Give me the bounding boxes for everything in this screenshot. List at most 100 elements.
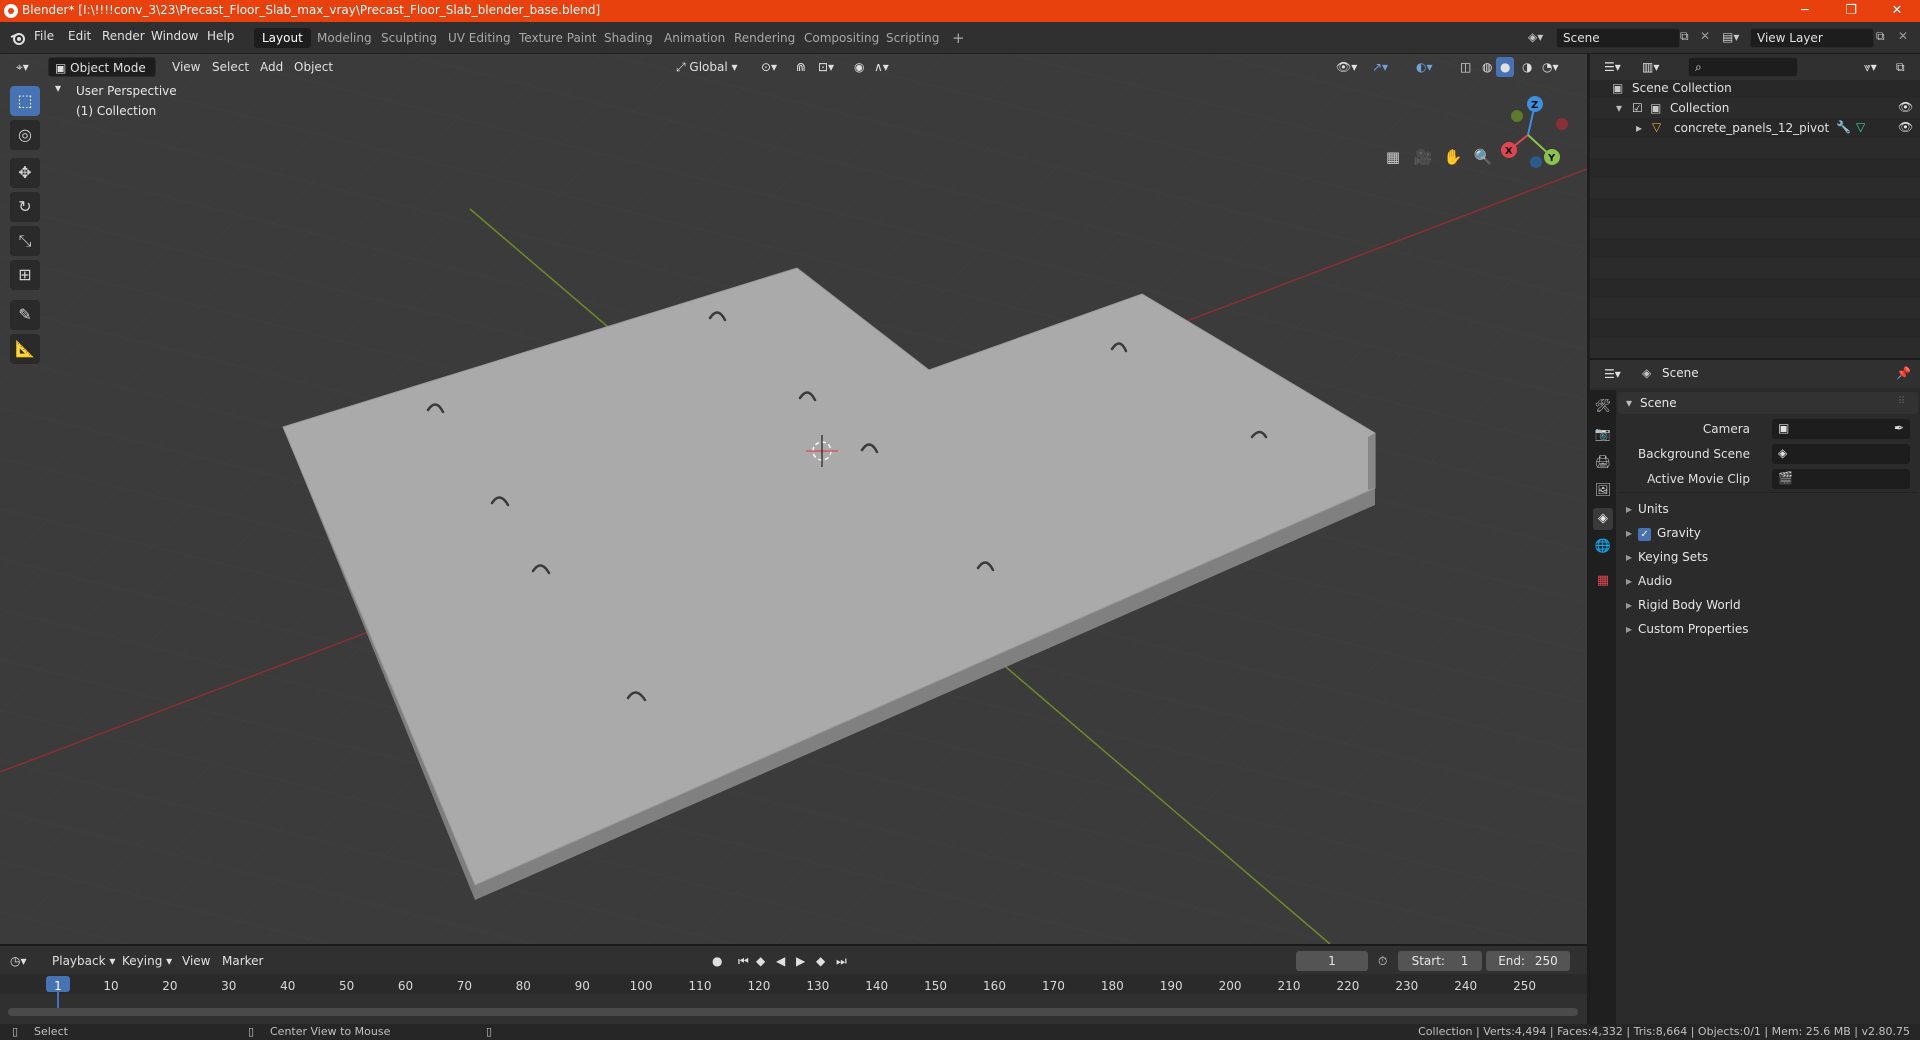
clock-icon[interactable]: ⏱: [1378, 951, 1387, 971]
gizmo-toggle-icon[interactable]: ↗▾: [1366, 57, 1394, 77]
view-layer-browse-icon[interactable]: ▤▾: [1722, 30, 1739, 44]
active-movie-clip-field[interactable]: 🎬: [1772, 469, 1910, 489]
section-keying-sets[interactable]: ▸ Keying Sets: [1626, 550, 1708, 564]
transform-orientation-dropdown[interactable]: ⤢ Global ▾: [670, 57, 744, 77]
rotate-tool-icon[interactable]: ↻: [10, 192, 40, 222]
transform-tool-icon[interactable]: ⊞: [10, 260, 40, 290]
new-scene-icon[interactable]: ⧉: [1680, 29, 1700, 44]
solid-shading-icon[interactable]: ●: [1496, 57, 1515, 77]
toggle-grid-icon[interactable]: ▦: [1380, 144, 1406, 170]
close-button[interactable]: ✕: [1874, 0, 1920, 22]
world-tab-icon[interactable]: 🌐: [1593, 536, 1613, 558]
pivot-point-icon[interactable]: ⊙▾: [755, 57, 783, 77]
eye-icon[interactable]: 👁: [1898, 120, 1913, 134]
end-frame-field[interactable]: End: 250: [1486, 951, 1570, 971]
outliner-row-collection[interactable]: ▾ ☑ ▣ Collection 👁: [1590, 98, 1920, 118]
texture-tab-icon[interactable]: ▦: [1593, 570, 1613, 592]
tab-animation[interactable]: Animation: [656, 28, 733, 48]
menu-object[interactable]: Object: [288, 57, 339, 77]
render-tab-icon[interactable]: 📷: [1593, 424, 1613, 446]
outliner-row-object[interactable]: ▸ ▽ concrete_panels_12_pivot 🔧 ▽ 👁: [1590, 118, 1920, 138]
xray-icon[interactable]: ◫: [1454, 57, 1477, 77]
falloff-icon[interactable]: ∧▾: [868, 57, 895, 77]
jump-start-icon[interactable]: ⏮: [738, 951, 749, 971]
output-tab-icon[interactable]: 🖨: [1593, 452, 1613, 474]
menu-marker[interactable]: Marker: [222, 951, 263, 971]
gravity-checkbox[interactable]: ✓: [1638, 528, 1652, 541]
move-tool-icon[interactable]: ✥: [10, 158, 40, 188]
outliner-editor-type-icon[interactable]: ☰▾: [1598, 57, 1627, 77]
menu-file[interactable]: File: [34, 29, 54, 43]
eyedropper-icon[interactable]: ✒: [1894, 421, 1904, 435]
start-frame-field[interactable]: Start: 1: [1398, 951, 1482, 971]
overlays-icon[interactable]: ◐▾: [1410, 57, 1439, 77]
snap-target-icon[interactable]: ⊡▾: [812, 57, 840, 77]
view-layer-tab-icon[interactable]: 🖼: [1593, 480, 1613, 502]
play-reverse-icon[interactable]: ◀: [776, 951, 785, 971]
blender-menu-icon[interactable]: [10, 30, 26, 46]
tab-uv-editing[interactable]: UV Editing: [440, 28, 519, 48]
eye-icon[interactable]: 👁: [1898, 100, 1913, 114]
tab-rendering[interactable]: Rendering: [726, 28, 803, 48]
section-audio[interactable]: ▸ Audio: [1626, 574, 1672, 588]
remove-view-layer-icon[interactable]: ✕: [1898, 29, 1916, 43]
section-gravity[interactable]: ▸ ✓ Gravity: [1626, 526, 1701, 541]
select-box-tool-icon[interactable]: ⬚: [10, 86, 40, 116]
mesh-data-icon[interactable]: ▽: [1856, 120, 1865, 134]
menu-help[interactable]: Help: [207, 29, 234, 43]
tool-tab-icon[interactable]: 🛠: [1593, 396, 1613, 418]
tab-shading[interactable]: Shading: [596, 28, 661, 48]
view-layer-field[interactable]: View Layer: [1750, 28, 1874, 48]
cursor-tool-icon[interactable]: ◎: [10, 120, 40, 150]
remove-scene-icon[interactable]: ✕: [1700, 29, 1718, 43]
prev-keyframe-icon[interactable]: ◆: [756, 951, 765, 971]
expand-arrow-icon[interactable]: ▾: [1616, 101, 1622, 115]
measure-tool-icon[interactable]: 📐: [10, 334, 40, 364]
menu-keying[interactable]: Keying ▾: [122, 951, 172, 971]
editor-type-icon[interactable]: ⌖▾: [10, 57, 35, 77]
annotate-tool-icon[interactable]: ✎: [10, 300, 40, 330]
axis-gizmo[interactable]: Z X Y: [1490, 90, 1570, 170]
section-rigid-body-world[interactable]: ▸ Rigid Body World: [1626, 598, 1741, 612]
pin-icon[interactable]: 📌: [1896, 366, 1911, 380]
snap-icon[interactable]: ⋒: [790, 57, 812, 77]
timeline-scrollbar[interactable]: [8, 1008, 1578, 1016]
outliner-search[interactable]: ⌕: [1688, 57, 1798, 77]
visibility-icon[interactable]: 👁▾: [1330, 57, 1363, 77]
pan-view-icon[interactable]: ✋: [1440, 144, 1466, 170]
menu-render[interactable]: Render: [102, 29, 145, 43]
menu-playback[interactable]: Playback ▾: [52, 951, 115, 971]
scene-field[interactable]: Scene: [1556, 28, 1680, 48]
viewport-canvas[interactable]: [0, 54, 1587, 944]
tab-sculpting[interactable]: Sculpting: [373, 28, 445, 48]
filter-icon[interactable]: ⩔▾: [1858, 57, 1883, 77]
mode-dropdown[interactable]: ▣ Object Mode ▾: [48, 57, 156, 95]
menu-edit[interactable]: Edit: [68, 29, 91, 43]
3d-viewport[interactable]: ⌖▾ ▣ Object Mode ▾ View Select Add Objec…: [0, 54, 1587, 944]
play-icon[interactable]: ▶: [796, 951, 805, 971]
scene-browse-icon[interactable]: ◈▾: [1528, 30, 1543, 44]
tab-scripting[interactable]: Scripting: [878, 28, 947, 48]
menu-window[interactable]: Window: [151, 29, 198, 43]
tab-layout[interactable]: Layout: [254, 28, 311, 48]
add-workspace-button[interactable]: +: [944, 28, 973, 48]
section-custom-properties[interactable]: ▸ Custom Properties: [1626, 622, 1748, 636]
jump-end-icon[interactable]: ⏭: [836, 951, 847, 971]
scale-tool-icon[interactable]: ⤡: [10, 226, 40, 256]
record-icon[interactable]: ●: [712, 951, 722, 971]
background-scene-field[interactable]: ◈: [1772, 444, 1910, 464]
tab-compositing[interactable]: Compositing: [796, 28, 887, 48]
tab-texture-paint[interactable]: Texture Paint: [511, 28, 604, 48]
section-units[interactable]: ▸ Units: [1626, 502, 1669, 516]
next-keyframe-icon[interactable]: ◆: [816, 951, 825, 971]
menu-timeline-view[interactable]: View: [182, 951, 210, 971]
outliner-row-scene-collection[interactable]: ▣ Scene Collection: [1590, 78, 1920, 98]
new-view-layer-icon[interactable]: ⧉: [1876, 29, 1896, 44]
new-collection-icon[interactable]: ⧉: [1890, 57, 1911, 77]
camera-view-icon[interactable]: 🎥: [1410, 144, 1436, 170]
menu-view[interactable]: View: [166, 57, 206, 77]
tab-modeling[interactable]: Modeling: [309, 28, 380, 48]
current-frame-field[interactable]: 1: [1296, 951, 1368, 971]
scene-tab-icon[interactable]: ◈: [1593, 508, 1613, 530]
properties-editor-type-icon[interactable]: ☰▾: [1598, 364, 1627, 384]
